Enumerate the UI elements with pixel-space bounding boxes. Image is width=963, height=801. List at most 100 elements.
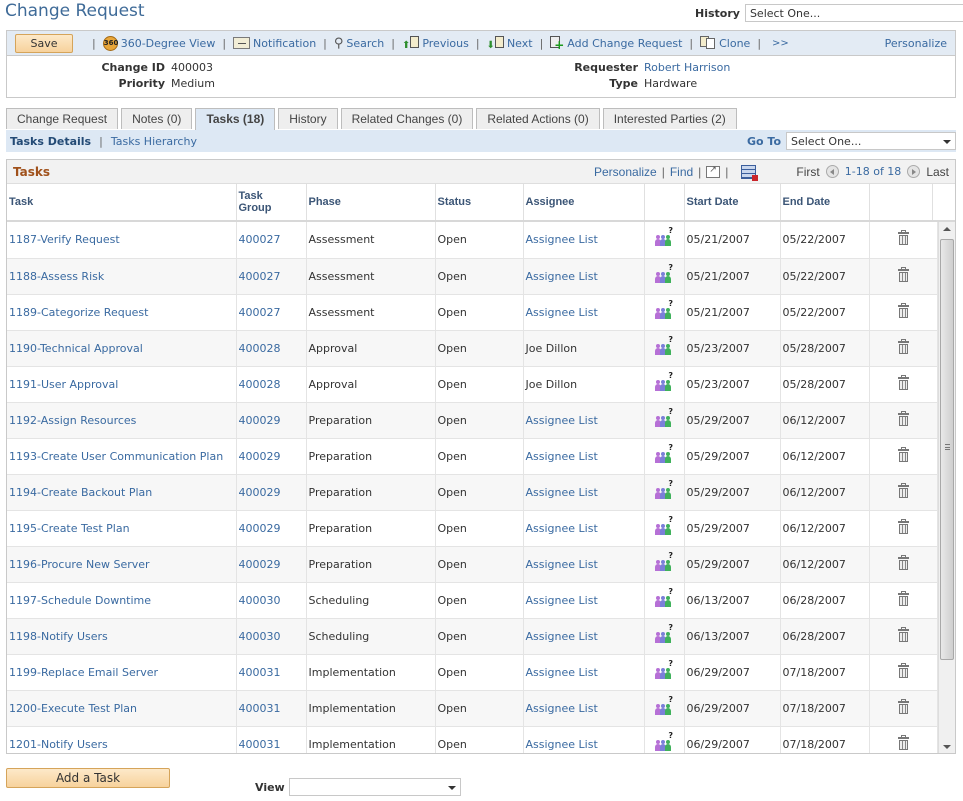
task-link[interactable]: 1189-Categorize Request bbox=[9, 306, 148, 319]
assignee-lookup-icon[interactable]: ? bbox=[655, 299, 673, 319]
tab-history[interactable]: History bbox=[278, 108, 338, 129]
tasks-details-link[interactable]: Tasks Details bbox=[10, 135, 91, 148]
add-task-button[interactable]: Add a Task bbox=[6, 768, 170, 788]
task-group-link[interactable]: 400028 bbox=[239, 378, 281, 391]
task-group-link[interactable]: 400031 bbox=[239, 702, 281, 715]
task-group-link[interactable]: 400029 bbox=[239, 486, 281, 499]
assignee-lookup-icon[interactable]: ? bbox=[655, 335, 673, 355]
assignee-lookup-icon[interactable]: ? bbox=[655, 407, 673, 427]
toolbar-personalize-link[interactable]: Personalize bbox=[885, 37, 947, 50]
task-link[interactable]: 1198-Notify Users bbox=[9, 630, 108, 643]
assignee-list-link[interactable]: Assignee List bbox=[526, 233, 598, 246]
trash-icon[interactable] bbox=[897, 554, 909, 570]
task-link[interactable]: 1200-Execute Test Plan bbox=[9, 702, 137, 715]
task-group-link[interactable]: 400030 bbox=[239, 630, 281, 643]
toolbar-more[interactable]: >> bbox=[772, 38, 789, 49]
task-link[interactable]: 1197-Schedule Downtime bbox=[9, 594, 151, 607]
task-link[interactable]: 1192-Assign Resources bbox=[9, 414, 136, 427]
assignee-list-link[interactable]: Assignee List bbox=[526, 702, 598, 715]
task-link[interactable]: 1191-User Approval bbox=[9, 378, 118, 391]
task-link[interactable]: 1193-Create User Communication Plan bbox=[9, 450, 223, 463]
task-group-link[interactable]: 400027 bbox=[239, 270, 281, 283]
view-all-icon[interactable] bbox=[706, 164, 721, 178]
task-group-link[interactable]: 400030 bbox=[239, 594, 281, 607]
tab-tasks[interactable]: Tasks (18) bbox=[195, 108, 276, 130]
tab-notes[interactable]: Notes (0) bbox=[121, 108, 193, 129]
column-header-end-date[interactable]: End Date bbox=[780, 184, 870, 222]
last-link[interactable]: Last bbox=[926, 165, 949, 179]
column-header-task[interactable]: Task bbox=[7, 184, 237, 222]
toolbar-search[interactable]: ⚲ Search bbox=[334, 36, 384, 51]
assignee-lookup-icon[interactable]: ? bbox=[655, 695, 673, 715]
tab-interested-parties[interactable]: Interested Parties (2) bbox=[602, 108, 737, 129]
task-group-link[interactable]: 400031 bbox=[239, 738, 281, 751]
toolbar-notification[interactable]: Notification bbox=[233, 37, 316, 50]
column-header-status[interactable]: Status bbox=[435, 184, 524, 222]
download-spreadsheet-icon[interactable] bbox=[741, 164, 759, 181]
tab-related-changes[interactable]: Related Changes (0) bbox=[340, 108, 474, 129]
task-link[interactable]: 1187-Verify Request bbox=[9, 233, 120, 246]
task-group-link[interactable]: 400029 bbox=[239, 414, 281, 427]
trash-icon[interactable] bbox=[897, 626, 909, 642]
goto-select[interactable]: Select One... bbox=[786, 132, 956, 150]
trash-icon[interactable] bbox=[897, 302, 909, 318]
view-select[interactable] bbox=[288, 778, 461, 796]
task-link[interactable]: 1199-Replace Email Server bbox=[9, 666, 158, 679]
grid-personalize-link[interactable]: Personalize bbox=[594, 165, 657, 179]
tasks-hierarchy-link[interactable]: Tasks Hierarchy bbox=[111, 135, 197, 148]
trash-icon[interactable] bbox=[897, 374, 909, 390]
trash-icon[interactable] bbox=[897, 446, 909, 462]
trash-icon[interactable] bbox=[897, 518, 909, 534]
task-link[interactable]: 1201-Notify Users bbox=[9, 738, 108, 751]
column-header-phase[interactable]: Phase bbox=[306, 184, 436, 222]
assignee-list-link[interactable]: Assignee List bbox=[526, 486, 598, 499]
trash-icon[interactable] bbox=[897, 266, 909, 282]
toolbar-previous[interactable]: ⬆ Previous bbox=[402, 35, 469, 51]
vertical-scrollbar[interactable] bbox=[938, 222, 955, 753]
requester-link[interactable]: Robert Harrison bbox=[644, 61, 730, 74]
save-button[interactable]: Save bbox=[15, 33, 73, 53]
trash-icon[interactable] bbox=[897, 482, 909, 498]
previous-page-icon[interactable] bbox=[825, 165, 839, 178]
task-link[interactable]: 1196-Procure New Server bbox=[9, 558, 150, 571]
trash-icon[interactable] bbox=[897, 734, 909, 750]
grid-find-link[interactable]: Find bbox=[670, 165, 693, 179]
scroll-thumb[interactable] bbox=[940, 239, 954, 660]
toolbar-add-change-request[interactable]: + Add Change Request bbox=[550, 36, 682, 51]
task-group-link[interactable]: 400027 bbox=[239, 306, 281, 319]
assignee-list-link[interactable]: Assignee List bbox=[526, 306, 598, 319]
assignee-list-link[interactable]: Assignee List bbox=[526, 594, 598, 607]
assignee-lookup-icon[interactable]: ? bbox=[655, 226, 673, 247]
assignee-list-link[interactable]: Assignee List bbox=[526, 630, 598, 643]
assignee-lookup-icon[interactable]: ? bbox=[655, 659, 673, 679]
assignee-list-link[interactable]: Assignee List bbox=[526, 414, 598, 427]
trash-icon[interactable] bbox=[897, 230, 909, 246]
trash-icon[interactable] bbox=[897, 410, 909, 426]
assignee-list-link[interactable]: Assignee List bbox=[526, 270, 598, 283]
assignee-lookup-icon[interactable]: ? bbox=[655, 551, 673, 571]
task-group-link[interactable]: 400027 bbox=[239, 233, 281, 246]
task-group-link[interactable]: 400029 bbox=[239, 450, 281, 463]
assignee-lookup-icon[interactable]: ? bbox=[655, 623, 673, 643]
assignee-lookup-icon[interactable]: ? bbox=[655, 515, 673, 535]
trash-icon[interactable] bbox=[897, 698, 909, 714]
assignee-lookup-icon[interactable]: ? bbox=[655, 587, 673, 607]
assignee-lookup-icon[interactable]: ? bbox=[655, 731, 673, 751]
trash-icon[interactable] bbox=[897, 590, 909, 606]
column-header-task-group[interactable]: Task Group bbox=[236, 184, 307, 222]
task-link[interactable]: 1188-Assess Risk bbox=[9, 270, 104, 283]
tab-change-request[interactable]: Change Request bbox=[6, 108, 119, 129]
toolbar-360-view[interactable]: 360 360-Degree View bbox=[102, 35, 215, 51]
toolbar-clone[interactable]: Clone bbox=[700, 36, 750, 50]
task-group-link[interactable]: 400029 bbox=[239, 522, 281, 535]
scroll-up-icon[interactable] bbox=[943, 227, 951, 231]
task-group-link[interactable]: 400028 bbox=[239, 342, 281, 355]
column-header-assignee[interactable]: Assignee bbox=[523, 184, 645, 222]
assignee-lookup-icon[interactable]: ? bbox=[655, 479, 673, 499]
scroll-down-icon[interactable] bbox=[943, 745, 951, 749]
trash-icon[interactable] bbox=[897, 338, 909, 354]
next-page-icon[interactable] bbox=[907, 165, 921, 178]
task-link[interactable]: 1195-Create Test Plan bbox=[9, 522, 130, 535]
trash-icon[interactable] bbox=[897, 662, 909, 678]
first-link[interactable]: First bbox=[796, 165, 819, 179]
